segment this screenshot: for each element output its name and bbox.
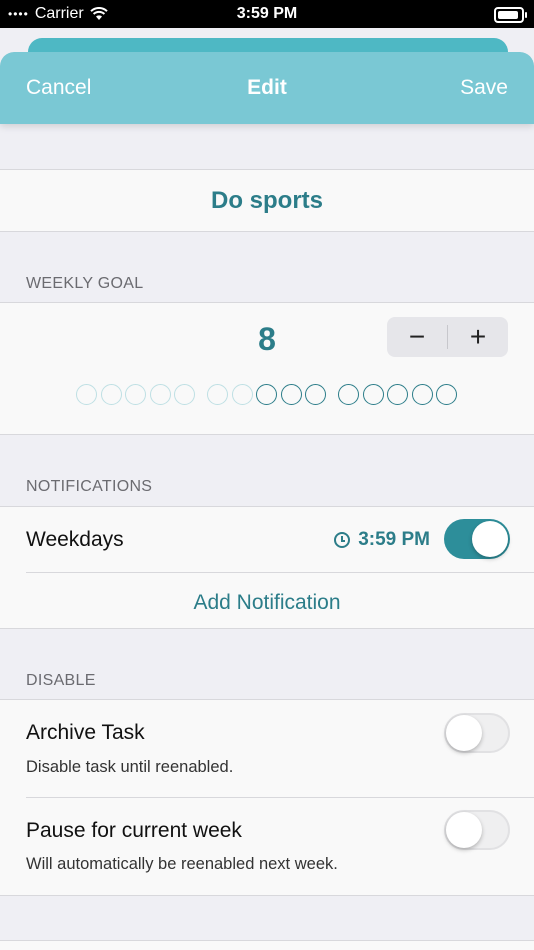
next-group	[0, 940, 534, 950]
row-divider	[26, 572, 534, 573]
page-title: Edit	[247, 76, 287, 99]
pause-toggle[interactable]	[444, 810, 510, 850]
goal-circle	[231, 384, 253, 405]
edit-sheet: Cancel Edit Save Do sports WEEKLY GOAL 8…	[0, 52, 534, 950]
toggle-knob	[472, 521, 508, 557]
weekly-goal-group: 8 − +	[0, 302, 534, 435]
notification-time[interactable]: 3:59 PM	[334, 529, 430, 551]
nav-bar: Cancel Edit Save	[0, 52, 534, 124]
status-time: 3:59 PM	[236, 5, 298, 22]
archive-subtitle: Disable task until reenabled.	[26, 758, 234, 776]
task-name[interactable]: Do sports	[0, 170, 534, 231]
notification-toggle[interactable]	[444, 519, 510, 559]
notification-time-label: 3:59 PM	[358, 529, 430, 550]
goal-circles	[76, 384, 461, 405]
notifications-header: NOTIFICATIONS	[26, 478, 153, 495]
circle-group-gap	[199, 384, 208, 405]
archive-toggle[interactable]	[444, 713, 510, 753]
clock-icon	[334, 532, 351, 548]
goal-circle	[411, 384, 433, 405]
toggle-knob	[446, 715, 482, 751]
weekly-goal-header: WEEKLY GOAL	[26, 275, 144, 292]
goal-circle	[100, 384, 122, 405]
goal-circle	[362, 384, 384, 405]
add-notification-button[interactable]: Add Notification	[0, 591, 534, 615]
notifications-group: Weekdays 3:59 PM Add Notification	[0, 506, 534, 629]
status-bar: •••• Carrier 3:59 PM	[0, 0, 534, 28]
task-name-row[interactable]: Do sports	[0, 169, 534, 232]
pause-title: Pause for current week	[26, 819, 242, 842]
goal-circle	[125, 384, 146, 405]
decrement-button[interactable]: −	[387, 317, 447, 357]
goal-circle	[338, 384, 359, 405]
increment-button[interactable]: +	[448, 317, 508, 357]
archive-title: Archive Task	[26, 721, 145, 744]
goal-circle	[76, 384, 97, 405]
notification-label: Weekdays	[26, 528, 124, 551]
goal-circle	[149, 384, 171, 405]
archive-row[interactable]: Archive Task Disable task until reenable…	[0, 700, 534, 797]
save-button[interactable]: Save	[460, 76, 508, 100]
pause-subtitle: Will automatically be reenabled next wee…	[26, 855, 338, 873]
goal-stepper[interactable]: − +	[387, 317, 508, 357]
disable-header: DISABLE	[26, 672, 96, 689]
goal-circle	[174, 384, 195, 405]
goal-circle	[305, 384, 326, 405]
goal-circle	[256, 384, 277, 405]
notification-row[interactable]: Weekdays 3:59 PM	[0, 507, 534, 572]
goal-circle	[207, 384, 228, 405]
disable-group: Archive Task Disable task until reenable…	[0, 699, 534, 896]
battery-icon	[494, 7, 527, 23]
pause-row[interactable]: Pause for current week Will automaticall…	[0, 798, 534, 895]
circle-group-gap	[330, 384, 339, 405]
goal-circle	[387, 384, 408, 405]
goal-circle	[280, 384, 302, 405]
goal-circle	[436, 384, 457, 405]
toggle-knob	[446, 812, 482, 848]
